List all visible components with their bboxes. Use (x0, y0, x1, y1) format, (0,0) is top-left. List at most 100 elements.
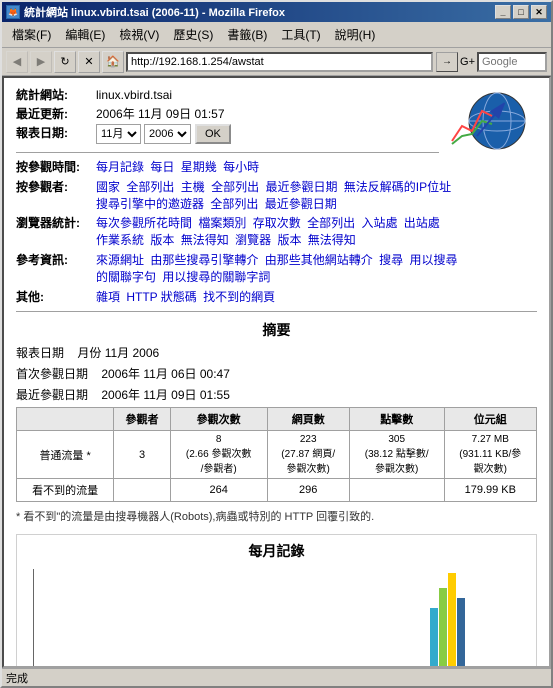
title-buttons[interactable]: _ □ ✕ (495, 5, 547, 19)
link-visit-time[interactable]: 每次參觀所花時間 (96, 216, 192, 230)
link-search[interactable]: 搜尋 (379, 253, 403, 267)
link-os[interactable]: 作業系統 (96, 233, 144, 247)
link-not-found[interactable]: 找不到的網頁 (203, 290, 275, 304)
link-weekday[interactable]: 星期幾 (181, 160, 217, 174)
row-invisible-hits (349, 479, 444, 502)
menu-bar: 檔案(F) 編輯(E) 檢視(V) 歷史(S) 書籤(B) 工具(T) 說明(H… (2, 22, 551, 48)
home-button[interactable]: 🏠 (102, 51, 124, 73)
table-note: * 看不到"的流量是由搜尋機器人(Robots),病蟲或特別的 HTTP 回覆引… (16, 508, 537, 524)
link-version-2[interactable]: 版本 (277, 233, 301, 247)
summary-first-label: 首次參觀日期 (16, 367, 88, 381)
visitor-label: 按參觀者: (16, 179, 96, 213)
menu-edit[interactable]: 編輯(E) (59, 24, 111, 45)
year-select[interactable]: 2006 (144, 124, 191, 144)
link-all-out-3[interactable]: 全部列出 (210, 197, 258, 211)
go-button[interactable]: → (436, 52, 458, 72)
link-source[interactable]: 來源網址 (96, 253, 144, 267)
row-normal-label: 普通流量 * (17, 431, 114, 479)
link-related-2[interactable]: 用以搜尋的關聯字詞 (162, 270, 270, 284)
search-bar: G+ (460, 52, 547, 72)
link-host[interactable]: 主機 (181, 180, 205, 194)
row-normal-visits: 8(2.66 參觀次數/參觀者) (170, 431, 267, 479)
month-select[interactable]: 11月 (96, 124, 141, 144)
reference-section: 參考資訊: 來源網址 由那些搜尋引擎轉介 由那些其他網站轉介 搜尋 用以搜尋 的… (16, 252, 537, 286)
ok-button[interactable]: OK (195, 124, 231, 144)
link-access[interactable]: 存取次數 (253, 216, 301, 230)
summary-last-label: 最近參觀日期 (16, 388, 88, 402)
table-header-row: 參觀者 參觀次數 網頁數 點擊數 位元組 (17, 408, 537, 431)
site-row: 統計網站: linux.vbird.tsai (16, 86, 439, 103)
time-links: 每月記錄 每日 星期幾 每小時 (96, 159, 537, 176)
link-http-status[interactable]: HTTP 狀態碼 (126, 290, 196, 304)
link-search-engine[interactable]: 由那些搜尋引擎轉介 (150, 253, 258, 267)
link-daily[interactable]: 每日 (150, 160, 174, 174)
report-row: 報表日期: 11月 2006 OK (16, 124, 439, 144)
updated-label: 最近更新: (16, 105, 96, 122)
forward-button[interactable]: ▶ (30, 51, 52, 73)
menu-tools[interactable]: 工具(T) (275, 24, 326, 45)
link-related-1[interactable]: 的關聯字句 (96, 270, 156, 284)
link-all-out-4[interactable]: 全部列出 (307, 216, 355, 230)
close-button[interactable]: ✕ (531, 5, 547, 19)
link-file-type[interactable]: 檔案類別 (198, 216, 246, 230)
maximize-button[interactable]: □ (513, 5, 529, 19)
address-input[interactable] (126, 52, 433, 72)
link-all-out-2[interactable]: 全部列出 (211, 180, 259, 194)
link-monthly[interactable]: 每月記錄 (96, 160, 144, 174)
summary-date-row: 報表日期 月份 11月 2006 (16, 344, 537, 361)
summary-table: 參觀者 參觀次數 網頁數 點擊數 位元組 普通流量 * 3 8(2.66 參觀次… (16, 407, 537, 502)
col-header-blank (17, 408, 114, 431)
content-area[interactable]: 統計網站: linux.vbird.tsai 最近更新: 2006年 11月 0… (2, 76, 551, 668)
link-search-bot[interactable]: 搜尋引擎中的邀遊器 (96, 197, 204, 211)
time-label: 按參觀時間: (16, 159, 96, 176)
summary-first-value: 2006年 11月 06日 00:47 (101, 367, 230, 381)
link-last-visit-2[interactable]: 最近參觀日期 (265, 197, 337, 211)
link-version-1[interactable]: 版本 (150, 233, 174, 247)
menu-bookmarks[interactable]: 書籤(B) (221, 24, 273, 45)
col-header-hits: 點擊數 (349, 408, 444, 431)
status-text: 完成 (6, 670, 28, 686)
chart-section: 每月記錄 (16, 534, 537, 668)
link-last-visit[interactable]: 最近參觀日期 (265, 180, 337, 194)
link-unresolved[interactable]: 無法反解碼的IP位址 (344, 180, 451, 194)
link-misc[interactable]: 雜項 (96, 290, 120, 304)
other-links: 雜項 HTTP 狀態碼 找不到的網頁 (96, 289, 537, 306)
divider-1 (16, 152, 439, 153)
menu-history[interactable]: 歷史(S) (167, 24, 219, 45)
table-row-normal: 普通流量 * 3 8(2.66 參觀次數/參觀者) 223(27.87 網頁/參… (17, 431, 537, 479)
link-all-out-1[interactable]: 全部列出 (126, 180, 174, 194)
link-exit[interactable]: 出站處 (404, 216, 440, 230)
link-other-sites[interactable]: 由那些其他網站轉介 (265, 253, 373, 267)
table-row-invisible: 看不到的流量 264 296 179.99 KB (17, 479, 537, 502)
other-section: 其他: 雜項 HTTP 狀態碼 找不到的網頁 (16, 289, 537, 306)
row-invisible-visitors (114, 479, 171, 502)
menu-view[interactable]: 檢視(V) (113, 24, 165, 45)
minimize-button[interactable]: _ (495, 5, 511, 19)
back-button[interactable]: ◀ (6, 51, 28, 73)
link-entry[interactable]: 入站處 (361, 216, 397, 230)
refresh-button[interactable]: ↻ (54, 51, 76, 73)
search-input[interactable] (477, 52, 547, 72)
reference-links: 來源網址 由那些搜尋引擎轉介 由那些其他網站轉介 搜尋 用以搜尋 的關聯字句 用… (96, 252, 537, 286)
link-unknown-1[interactable]: 無法得知 (181, 233, 229, 247)
menu-file[interactable]: 檔案(F) (6, 24, 57, 45)
toolbar: ◀ ▶ ↻ ✕ 🏠 → G+ (2, 48, 551, 76)
browser-icon: 🦊 (6, 5, 20, 19)
site-label: 統計網站: (16, 86, 96, 103)
link-hourly[interactable]: 每小時 (223, 160, 259, 174)
stop-button[interactable]: ✕ (78, 51, 100, 73)
link-browser[interactable]: 瀏覽器 (235, 233, 271, 247)
link-country[interactable]: 國家 (96, 180, 120, 194)
col-header-visitors: 參觀者 (114, 408, 171, 431)
menu-help[interactable]: 說明(H) (329, 24, 382, 45)
visitor-links: 國家 全部列出 主機 全部列出 最近參觀日期 無法反解碼的IP位址 搜尋引擎中的… (96, 179, 537, 213)
row-invisible-pages: 296 (267, 479, 349, 502)
link-unknown-2[interactable]: 無法得知 (308, 233, 356, 247)
summary-first-visit-row: 首次參觀日期 2006年 11月 06日 00:47 (16, 365, 537, 382)
title-bar: 🦊 統計網站 linux.vbird.tsai (2006-11) - Mozi… (2, 2, 551, 22)
browser-section: 瀏覽器統計: 每次參觀所花時間 檔案類別 存取次數 全部列出 入站處 出站處 作… (16, 215, 537, 249)
site-value: linux.vbird.tsai (96, 88, 172, 102)
row-normal-hits: 305(38.12 點擊數/參觀次數) (349, 431, 444, 479)
row-invisible-label: 看不到的流量 (17, 479, 114, 502)
link-use-search[interactable]: 用以搜尋 (409, 253, 457, 267)
